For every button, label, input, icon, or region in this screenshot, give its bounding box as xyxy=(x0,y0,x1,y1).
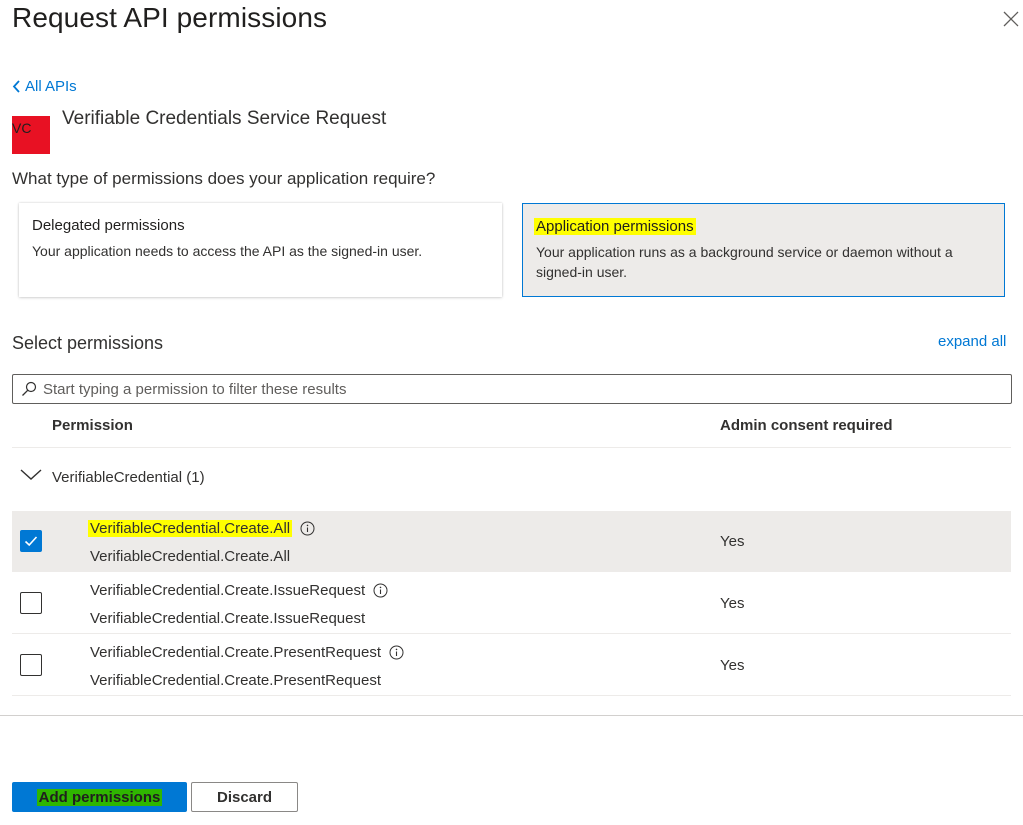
permission-description: VerifiableCredential.Create.IssueRequest xyxy=(90,610,366,627)
admin-consent-value: Yes xyxy=(720,595,745,612)
permission-group-label: VerifiableCredential (1) xyxy=(52,469,205,486)
api-name: Verifiable Credentials Service Request xyxy=(62,108,387,129)
application-permissions-title: Application permissions xyxy=(534,218,696,235)
chevron-left-icon xyxy=(12,80,21,93)
add-permissions-label: Add permissions xyxy=(36,788,163,806)
delegated-permissions-title: Delegated permissions xyxy=(32,217,185,234)
all-apis-label: All APIs xyxy=(25,78,77,95)
footer-divider xyxy=(0,715,1023,716)
close-icon xyxy=(1000,8,1022,30)
permission-row[interactable]: VerifiableCredential.Create.IssueRequest… xyxy=(12,573,1011,634)
add-permissions-button[interactable]: Add permissions xyxy=(12,782,187,812)
all-apis-link[interactable]: All APIs xyxy=(12,78,77,95)
permission-type-question: What type of permissions does your appli… xyxy=(12,169,436,188)
permission-search-input[interactable] xyxy=(43,380,993,398)
delegated-permissions-card[interactable]: Delegated permissions Your application n… xyxy=(19,203,502,297)
permission-name: VerifiableCredential.Create.IssueRequest xyxy=(90,582,366,599)
search-icon xyxy=(21,381,37,397)
permission-description: VerifiableCredential.Create.All xyxy=(90,548,291,565)
close-button[interactable] xyxy=(1000,8,1022,30)
admin-consent-value: Yes xyxy=(720,657,745,674)
permission-row[interactable]: VerifiableCredential.Create.PresentReque… xyxy=(12,635,1011,696)
permission-name: VerifiableCredential.Create.All xyxy=(88,520,293,537)
info-icon[interactable] xyxy=(389,645,404,660)
header-divider xyxy=(12,447,1011,448)
delegated-permissions-description: Your application needs to access the API… xyxy=(32,243,423,259)
api-logo: VC xyxy=(12,116,50,154)
application-permissions-card[interactable]: Application permissions Your application… xyxy=(522,203,1005,297)
chevron-down-icon xyxy=(20,468,42,487)
discard-button[interactable]: Discard xyxy=(191,782,298,812)
admin-consent-value: Yes xyxy=(720,533,745,550)
permission-description: VerifiableCredential.Create.PresentReque… xyxy=(90,672,381,689)
permission-row[interactable]: VerifiableCredential.Create.All Verifiab… xyxy=(12,511,1011,572)
permission-group-verifiablecredential[interactable]: VerifiableCredential (1) xyxy=(20,468,205,487)
select-permissions-label: Select permissions xyxy=(12,333,164,353)
permission-checkbox[interactable] xyxy=(20,654,42,676)
permission-checkbox[interactable] xyxy=(20,592,42,614)
application-permissions-description: Your application runs as a background se… xyxy=(536,244,953,280)
permission-column-header: Permission xyxy=(52,417,133,434)
checkmark-icon xyxy=(21,531,41,551)
info-icon[interactable] xyxy=(300,521,315,536)
info-icon[interactable] xyxy=(373,583,388,598)
expand-all-link[interactable]: expand all xyxy=(938,333,1006,350)
permission-name: VerifiableCredential.Create.PresentReque… xyxy=(90,644,381,661)
admin-consent-column-header: Admin consent required xyxy=(720,417,893,434)
panel-title: Request API permissions xyxy=(12,2,328,33)
permission-search-box[interactable] xyxy=(12,374,1012,404)
permission-checkbox[interactable] xyxy=(20,530,42,552)
